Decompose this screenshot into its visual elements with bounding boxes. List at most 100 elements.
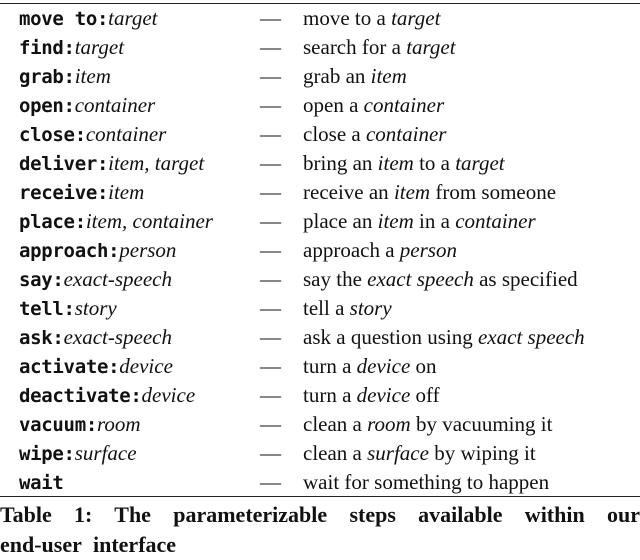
step-command: ask:exact-speech (19, 323, 172, 353)
table-row: vacuum:room — clean a room by vacuuming it (0, 410, 640, 439)
description-text: place an (303, 209, 378, 233)
table-row: wipe:surface — clean a surface by wiping i… (0, 439, 640, 468)
separator-dash: — (260, 441, 281, 465)
step-params: item (74, 64, 111, 88)
step-params: item, target (108, 151, 205, 175)
description-param: exact speech (367, 267, 474, 291)
step-command: grab:item (19, 62, 111, 92)
description-param: target (406, 35, 456, 59)
step-name: place: (19, 211, 86, 233)
step-params: device (119, 354, 173, 378)
description-text: clean a (303, 441, 368, 465)
step-params: item (108, 180, 145, 204)
step-command: say:exact-speech (19, 265, 172, 295)
table-row: wait — wait for something to happen (0, 468, 640, 497)
step-params: container (85, 122, 167, 146)
table-row: say:exact-speech — say the exact speech as… (0, 265, 640, 294)
description-text: move to a (303, 6, 392, 30)
table-bottom-rule (0, 496, 640, 497)
description-param: container (363, 93, 445, 117)
step-description: clean a room by vacuuming it (303, 410, 552, 439)
step-description: ask a question using exact speech (303, 323, 585, 352)
step-params: exact-speech (63, 325, 172, 349)
table-row: deactivate:device — turn a device off (0, 381, 640, 410)
step-command: approach:person (19, 236, 176, 266)
step-name: grab: (19, 66, 75, 88)
separator-dash: — (260, 296, 281, 320)
step-name: wipe: (19, 443, 75, 465)
table-row: grab:item — grab an item (0, 62, 640, 91)
table-row: receive:item — receive an item from someon… (0, 178, 640, 207)
step-params: item, container (85, 209, 213, 233)
table-row: move to:target — move to a target (0, 4, 640, 33)
step-description: receive an item from someone (303, 178, 556, 207)
step-name: ask: (19, 327, 64, 349)
table-row: tell:story — tell a story (0, 294, 640, 323)
step-command: deactivate:device (19, 381, 195, 411)
description-text: on (410, 354, 437, 378)
step-params: target (74, 35, 125, 59)
separator-dash: — (260, 354, 281, 378)
step-name: tell: (19, 298, 75, 320)
table-row: ask:exact-speech — ask a question using ex… (0, 323, 640, 352)
step-params: surface (74, 441, 137, 465)
steps-table: move to:target — move to a target find:targ… (0, 4, 640, 497)
description-text: off (410, 383, 440, 407)
description-text: say the (303, 267, 368, 291)
description-text: by vacuuming it (410, 412, 553, 436)
separator-dash: — (260, 470, 281, 494)
step-command: move to:target (19, 4, 158, 34)
step-command: activate:device (19, 352, 173, 382)
separator-dash: — (260, 180, 281, 204)
description-text: approach a (303, 238, 400, 262)
description-param: target (455, 151, 505, 175)
step-name: say: (19, 269, 64, 291)
step-description: open a container (303, 91, 444, 120)
description-text: receive an (303, 180, 394, 204)
step-description: clean a surface by wiping it (303, 439, 536, 468)
description-text: turn a (303, 354, 357, 378)
step-description: search for a target (303, 33, 456, 62)
step-description: wait for something to happen (303, 468, 549, 497)
step-command: find:target (19, 33, 124, 63)
step-command: tell:story (19, 294, 117, 324)
step-name: vacuum: (19, 414, 97, 436)
description-param: target (391, 6, 441, 30)
description-text: grab an (303, 64, 371, 88)
description-text: search for a (303, 35, 407, 59)
table-caption: Table 1: The parameterizable steps avail… (0, 502, 640, 527)
step-name: deliver: (19, 153, 109, 175)
description-text: tell a (303, 296, 350, 320)
step-name: find: (19, 37, 75, 59)
description-text: to a (413, 151, 456, 175)
separator-dash: — (260, 122, 281, 146)
step-name: activate: (19, 356, 120, 378)
description-text: as specified (473, 267, 578, 291)
table-caption-continued: end-user interface (0, 532, 177, 557)
description-text: turn a (303, 383, 357, 407)
separator-dash: — (260, 267, 281, 291)
step-description: turn a device on (303, 352, 437, 381)
step-params: target (108, 6, 158, 30)
step-name: approach: (19, 240, 120, 262)
step-command: open:container (19, 91, 155, 121)
separator-dash: — (260, 209, 281, 233)
separator-dash: — (260, 35, 281, 59)
separator-dash: — (260, 64, 281, 88)
description-param: item (377, 151, 414, 175)
separator-dash: — (260, 412, 281, 436)
step-command: wipe:surface (19, 439, 137, 469)
step-params: exact-speech (63, 267, 172, 291)
description-param: item (377, 209, 414, 233)
step-params: device (141, 383, 196, 407)
step-command: deliver:item, target (19, 149, 204, 179)
table-row: place:item, container — place an item in a… (0, 207, 640, 236)
table-row: find:target — search for a target (0, 33, 640, 62)
table-row: activate:device — turn a device on (0, 352, 640, 381)
table-row: close:container — close a container (0, 120, 640, 149)
description-text: open a (303, 93, 364, 117)
step-name: open: (19, 95, 75, 117)
step-params: container (74, 93, 156, 117)
step-params: room (96, 412, 141, 436)
table-row: open:container — open a container (0, 91, 640, 120)
